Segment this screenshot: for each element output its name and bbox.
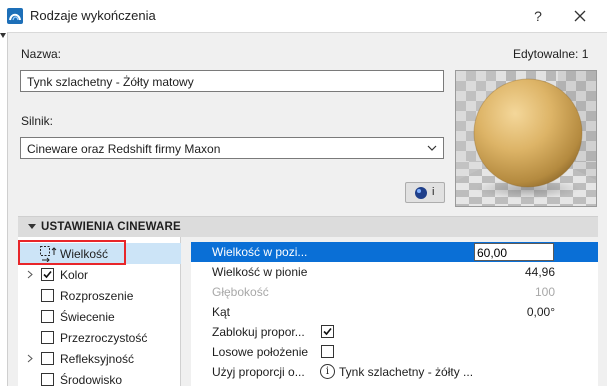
tree-item-label: Rozproszenie bbox=[60, 289, 134, 303]
close-icon[interactable] bbox=[568, 5, 592, 27]
property-value: 100 bbox=[534, 285, 555, 299]
property-name: Zablokuj propor... bbox=[212, 325, 305, 339]
property-name: Głębokość bbox=[212, 285, 269, 299]
tree-item-label: Środowisko bbox=[60, 373, 123, 386]
name-label: Nazwa: bbox=[21, 47, 62, 61]
property-name: Kąt bbox=[212, 305, 231, 319]
checkmark-icon bbox=[323, 327, 332, 336]
tree-item-label: Świecenie bbox=[60, 310, 115, 324]
tree-item-diffusion[interactable]: Rozproszenie bbox=[18, 285, 181, 306]
environment-checkbox[interactable] bbox=[41, 373, 54, 386]
reflectance-checkbox[interactable] bbox=[41, 352, 54, 365]
tree-item-color[interactable]: Kolor bbox=[18, 264, 181, 285]
property-row-lock-proportions[interactable]: Zablokuj propor... bbox=[191, 322, 598, 342]
material-sphere-image bbox=[456, 71, 596, 206]
render-preview-button[interactable]: i bbox=[405, 182, 445, 203]
chevron-right-icon[interactable] bbox=[27, 270, 33, 279]
name-input-value: Tynk szlachetny - Żółty matowy bbox=[27, 75, 194, 89]
random-position-checkbox[interactable] bbox=[321, 345, 334, 358]
collapse-marker-icon bbox=[0, 33, 6, 38]
transparency-checkbox[interactable] bbox=[41, 331, 54, 344]
engine-label: Silnik: bbox=[21, 114, 54, 128]
property-row-depth: Głębokość 100 bbox=[191, 282, 598, 302]
tree-item-label: Refleksyjność bbox=[60, 352, 135, 366]
material-preview bbox=[455, 70, 597, 207]
archicad-app-icon bbox=[7, 8, 23, 24]
caret-down-icon bbox=[28, 224, 36, 229]
render-button-label: i bbox=[432, 186, 435, 198]
property-name: Wielkość w pionie bbox=[212, 265, 308, 279]
tree-item-luminance[interactable]: Świecenie bbox=[18, 306, 181, 327]
lock-proportions-checkbox[interactable] bbox=[321, 325, 334, 338]
property-name: Losowe położenie bbox=[212, 345, 309, 359]
color-checkbox[interactable] bbox=[41, 268, 54, 281]
property-name: Wielkość w pozi... bbox=[212, 245, 308, 259]
diffusion-checkbox[interactable] bbox=[41, 289, 54, 302]
section-title: USTAWIENIA CINEWARE bbox=[41, 221, 181, 233]
title-bar: Rodzaje wykończenia ? bbox=[0, 0, 607, 32]
property-list: Wielkość w pozi... 60,00 Wielkość w pion… bbox=[191, 242, 598, 386]
luminance-checkbox[interactable] bbox=[41, 310, 54, 323]
property-row-random-position[interactable]: Losowe położenie bbox=[191, 342, 598, 362]
horizontal-size-value: 60,00 bbox=[477, 246, 508, 260]
property-row-use-proportions[interactable]: Użyj proporcji o... i Tynk szlachetny - … bbox=[191, 362, 598, 382]
cineware-settings-header[interactable]: USTAWIENIA CINEWARE bbox=[18, 216, 598, 237]
property-value: 44,96 bbox=[524, 265, 555, 279]
info-icon[interactable]: i bbox=[320, 364, 335, 379]
tree-item-transparency[interactable]: Przezroczystość bbox=[18, 327, 181, 348]
property-name: Użyj proporcji o... bbox=[212, 365, 305, 379]
property-row-angle[interactable]: Kąt 0,00° bbox=[191, 302, 598, 322]
property-value: Tynk szlachetny - żółty ... bbox=[339, 365, 474, 379]
highlight-annotation bbox=[18, 240, 126, 265]
render-sphere-icon bbox=[415, 187, 427, 199]
editable-count-label: Edytowalne: 1 bbox=[513, 47, 589, 61]
window-title: Rodzaje wykończenia bbox=[30, 8, 156, 23]
tree-item-environment[interactable]: Środowisko bbox=[18, 369, 181, 386]
horizontal-size-input[interactable]: 60,00 bbox=[474, 243, 554, 261]
property-row-vertical-size[interactable]: Wielkość w pionie 44,96 bbox=[191, 262, 598, 282]
engine-select-value: Cineware oraz Redshift firmy Maxon bbox=[27, 142, 221, 156]
chevron-down-icon bbox=[427, 145, 437, 151]
name-input[interactable]: Tynk szlachetny - Żółty matowy bbox=[20, 70, 444, 92]
tree-item-label: Przezroczystość bbox=[60, 331, 148, 345]
help-button[interactable]: ? bbox=[528, 6, 548, 26]
tree-item-label: Kolor bbox=[60, 268, 89, 282]
property-value: 0,00° bbox=[526, 305, 555, 319]
chevron-right-icon[interactable] bbox=[27, 354, 33, 363]
checkmark-icon bbox=[43, 270, 52, 279]
property-row-horizontal-size[interactable]: Wielkość w pozi... 60,00 bbox=[191, 242, 598, 262]
tree-item-reflectance[interactable]: Refleksyjność bbox=[18, 348, 181, 369]
engine-select[interactable]: Cineware oraz Redshift firmy Maxon bbox=[20, 137, 444, 159]
